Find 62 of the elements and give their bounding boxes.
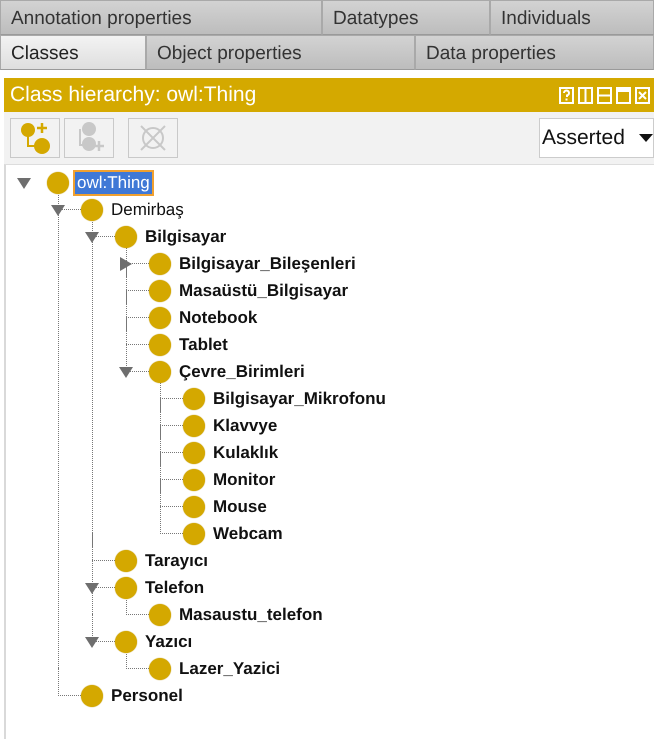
class-icon [149,658,171,680]
tree-item[interactable]: Yazıcı [143,630,194,652]
tab[interactable]: Individuals [490,0,654,35]
class-icon [183,496,205,518]
tree-item[interactable]: Bilgisayar [143,226,228,248]
tree-item[interactable]: Notebook [177,306,260,328]
tree-item[interactable]: Telefon [143,576,206,598]
tree-item[interactable]: Lazer_Yazici [177,658,282,680]
split-vertical-icon[interactable] [578,86,593,104]
tree-item[interactable]: owl:Thing [75,172,152,194]
view-select[interactable]: Asserted [539,118,654,158]
tree-item[interactable]: Demirbaş [109,198,186,220]
tree-item[interactable]: Mouse [211,496,269,518]
tab[interactable]: Annotation properties [0,0,322,35]
tree-item[interactable]: Tablet [177,334,230,356]
class-icon [47,172,69,194]
class-icon [149,252,171,274]
tree-item[interactable]: Kulaklık [211,442,280,464]
tree-item[interactable]: Bilgisayar_Bileşenleri [177,252,358,274]
split-horizontal-icon[interactable] [597,86,612,104]
tree-item[interactable]: Personel [109,684,185,706]
tree-item[interactable]: Tarayıcı [143,550,210,572]
tree-item[interactable]: Monitor [211,468,278,490]
class-icon [183,388,205,410]
close-icon[interactable] [635,86,650,104]
class-icon [149,306,171,328]
tree-item[interactable]: Klavvye [211,414,280,436]
tree-item[interactable]: Webcam [211,522,285,544]
class-icon [149,280,171,302]
tree-item[interactable]: Masaustu_telefon [177,604,325,626]
add-subclass-icon [18,121,52,155]
tab[interactable]: Datatypes [322,0,490,35]
add-subclass-button[interactable] [10,118,60,158]
tree-item[interactable]: Çevre_Birimleri [177,360,307,382]
tree-item[interactable]: Bilgisayar_Mikrofonu [211,388,388,410]
class-icon [149,360,171,382]
expander-icon[interactable] [82,634,102,648]
help-icon[interactable] [559,86,574,104]
class-icon [183,442,205,464]
class-icon [115,630,137,652]
tab[interactable]: Object properties [146,35,415,70]
expander-icon[interactable] [82,580,102,594]
class-icon [115,550,137,572]
class-icon [183,468,205,490]
class-icon [183,414,205,436]
expander-icon[interactable] [14,176,34,190]
class-icon [149,334,171,356]
class-icon [115,576,137,598]
expander-icon[interactable] [116,364,136,378]
class-icon [81,684,103,706]
caret-icon [639,134,653,142]
maximize-icon[interactable] [616,86,631,104]
tab[interactable]: Data properties [415,35,654,70]
class-icon [149,604,171,626]
tree-item[interactable]: Masaüstü_Bilgisayar [177,280,350,302]
tab[interactable]: Classes [0,35,146,70]
class-icon [183,522,205,544]
class-icon [81,198,103,220]
panel-title: Class hierarchy: owl:Thing [10,82,256,108]
expander-icon[interactable] [82,230,102,244]
class-icon [115,226,137,248]
expander-icon[interactable] [48,202,68,216]
